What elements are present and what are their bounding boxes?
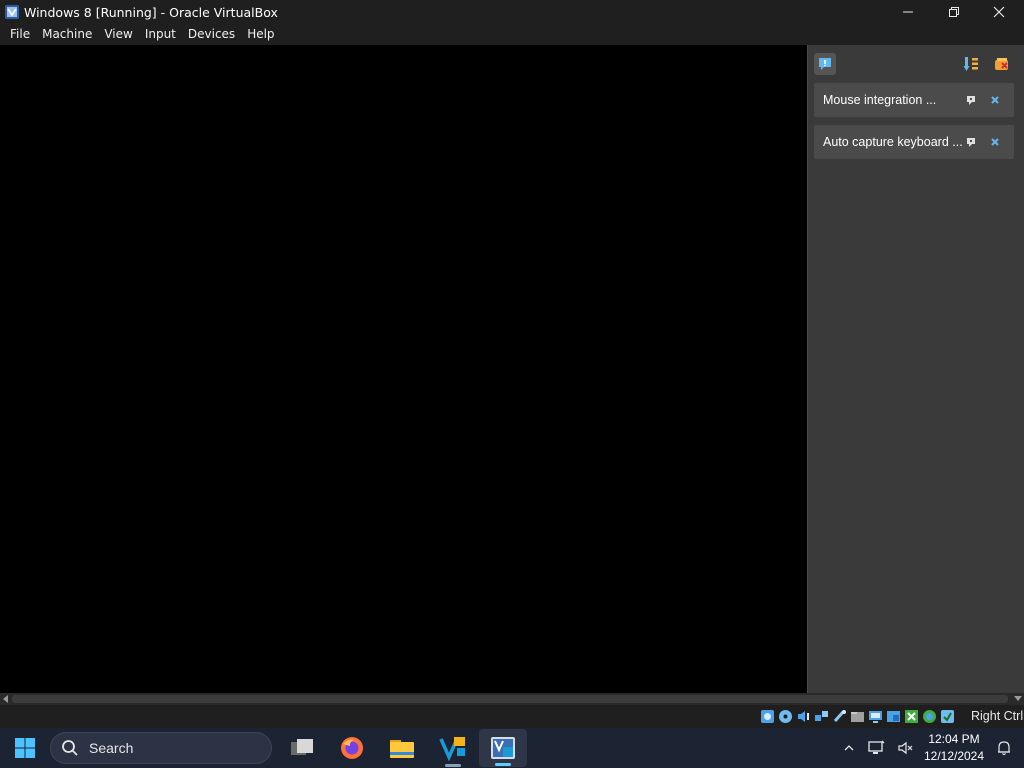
minimize-icon: [903, 11, 913, 13]
menu-bar: File Machine View Input Devices Help: [0, 24, 1024, 45]
minimize-button[interactable]: [885, 0, 931, 24]
recording-icon[interactable]: [886, 709, 901, 724]
close-icon[interactable]: [988, 93, 1002, 107]
scroll-down-icon[interactable]: [1014, 696, 1022, 701]
scroll-left-icon[interactable]: [3, 695, 8, 703]
sort-icon[interactable]: [960, 53, 982, 75]
notice-auto-capture-keyboard[interactable]: Auto capture keyboard ...: [814, 125, 1014, 159]
active-indicator: [495, 763, 511, 766]
close-button[interactable]: [976, 0, 1022, 24]
firefox-button[interactable]: [334, 728, 370, 768]
keyboard-icon[interactable]: [940, 709, 955, 724]
windows-start-icon: [15, 738, 35, 758]
close-icon[interactable]: [988, 135, 1002, 149]
network-icon: [868, 740, 885, 754]
pin-icon[interactable]: [964, 135, 978, 149]
host-key-label[interactable]: Right Ctrl: [971, 709, 1023, 723]
restore-button[interactable]: [931, 0, 977, 24]
shared-folders-icon[interactable]: [850, 709, 865, 724]
mouse-integration-icon[interactable]: [922, 709, 937, 724]
pin-icon[interactable]: [964, 93, 978, 107]
file-explorer-button[interactable]: [384, 728, 420, 768]
close-icon: [993, 6, 1005, 18]
optical-drive-icon[interactable]: [778, 709, 793, 724]
menu-machine[interactable]: Machine: [36, 24, 98, 45]
notice-text: Auto capture keyboard ...: [823, 135, 963, 149]
vm-status-bar: Right Ctrl: [0, 705, 1024, 728]
usb-icon[interactable]: [832, 709, 847, 724]
clock-time: 12:04 PM: [928, 732, 980, 746]
hard-disk-icon[interactable]: [760, 709, 775, 724]
task-view-icon: [291, 739, 313, 755]
display-icon[interactable]: [868, 709, 883, 724]
virtualbox-manager-icon: [439, 737, 465, 761]
search-icon: [62, 740, 78, 756]
clock-date: 12/12/2024: [923, 749, 985, 763]
taskbar-clock[interactable]: 12:04 PM 12/12/2024: [920, 731, 988, 765]
taskbar-search[interactable]: Search: [50, 732, 272, 764]
network-icon[interactable]: [814, 709, 829, 724]
volume-muted-icon: [898, 741, 913, 755]
notification-center: Mouse integration ... Auto capture keybo…: [807, 45, 1024, 693]
menu-help[interactable]: Help: [241, 24, 280, 45]
device-indicators: [760, 709, 955, 724]
network-tray-button[interactable]: [864, 728, 888, 768]
firefox-icon: [341, 737, 363, 759]
windows-taskbar: Search 12:04 PM 12/12/2024: [0, 728, 1024, 768]
start-button[interactable]: [6, 728, 44, 768]
title-bar: Windows 8 [Running] - Oracle VirtualBox: [0, 0, 1024, 24]
show-hidden-icons-button[interactable]: [838, 728, 860, 768]
virtualbox-vm-button[interactable]: [479, 729, 527, 767]
menu-file[interactable]: File: [4, 24, 36, 45]
notice-text: Mouse integration ...: [823, 93, 937, 107]
search-placeholder: Search: [89, 740, 134, 756]
chevron-up-icon: [844, 745, 854, 751]
volume-tray-button[interactable]: [894, 728, 918, 768]
scrollbar-track[interactable]: [12, 695, 1008, 703]
notifications-button[interactable]: [992, 728, 1016, 768]
notice-mouse-integration[interactable]: Mouse integration ...: [814, 83, 1014, 117]
virtualbox-icon: [5, 5, 19, 19]
audio-icon[interactable]: [796, 709, 811, 724]
virtualbox-manager-button[interactable]: [434, 728, 472, 768]
menu-devices[interactable]: Devices: [182, 24, 241, 45]
capture-icon[interactable]: [904, 709, 919, 724]
virtualbox-vm-icon: [491, 737, 515, 759]
exclamation-bubble-icon[interactable]: [814, 53, 836, 75]
menu-view[interactable]: View: [98, 24, 138, 45]
task-view-button[interactable]: [284, 728, 320, 768]
bell-icon: [998, 741, 1010, 756]
window-title: Windows 8 [Running] - Oracle VirtualBox: [24, 4, 278, 20]
restore-icon: [949, 7, 959, 17]
menu-input[interactable]: Input: [139, 24, 182, 45]
file-explorer-icon: [390, 740, 414, 758]
clear-all-icon[interactable]: [991, 53, 1013, 75]
scrollbar-corner: [1010, 693, 1024, 705]
running-indicator: [445, 764, 461, 767]
horizontal-scrollbar[interactable]: [0, 693, 1010, 705]
vm-display[interactable]: [0, 45, 807, 693]
